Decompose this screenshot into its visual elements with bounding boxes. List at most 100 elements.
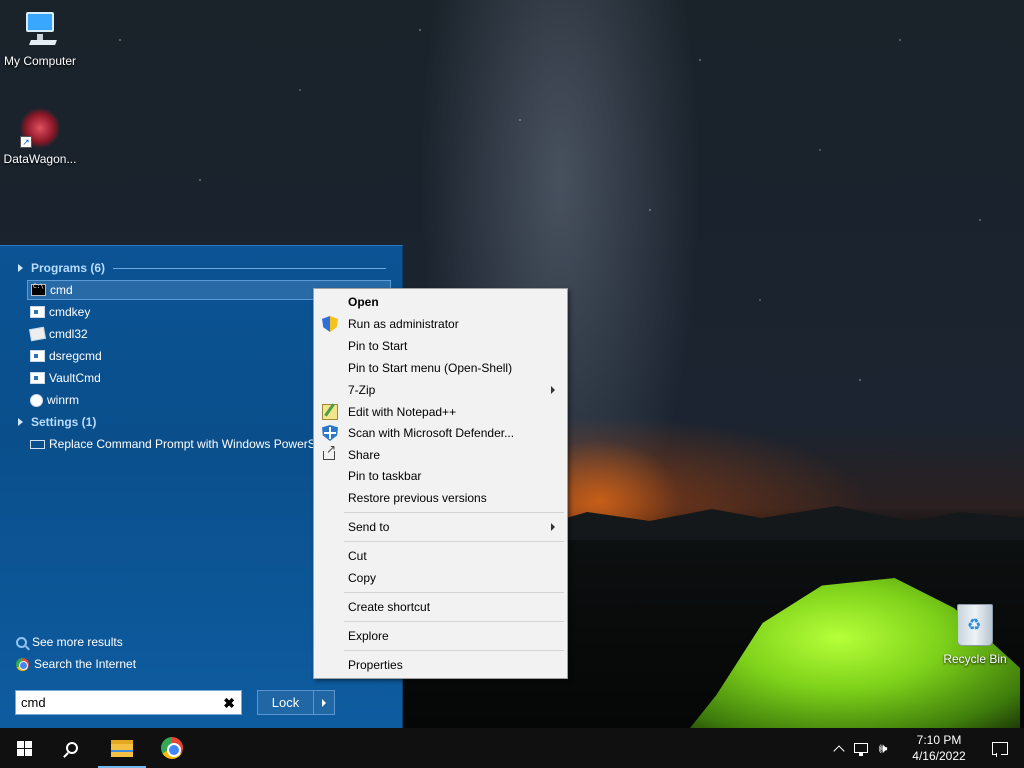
gear-icon	[30, 393, 43, 407]
desktop-icon-recycle-bin[interactable]: Recycle Bin	[935, 604, 1015, 666]
taskbar: 🕪 7:10 PM 4/16/2022	[0, 728, 1024, 768]
volume-icon: 🕪	[878, 739, 888, 756]
computer-icon	[20, 10, 60, 50]
divider	[113, 267, 386, 269]
menu-item-label: Pin to Start	[348, 339, 408, 353]
menu-item-explore[interactable]: Explore	[316, 625, 565, 647]
volume-button[interactable]: 🕪	[875, 728, 891, 768]
lock-options-arrow-icon[interactable]	[314, 691, 334, 714]
menu-item-label: Restore previous versions	[348, 491, 487, 505]
desktop-icon-label: Recycle Bin	[943, 652, 1007, 666]
lock-button-label[interactable]: Lock	[258, 691, 314, 714]
desktop-icon-label: My Computer	[3, 54, 77, 68]
menu-item-edit-notepad-plus-plus[interactable]: Edit with Notepad++	[316, 401, 565, 423]
menu-item-properties[interactable]: Properties	[316, 654, 565, 676]
menu-item-label: Cut	[348, 549, 367, 563]
submenu-arrow-icon	[551, 523, 555, 531]
search-internet-label: Search the Internet	[34, 657, 137, 671]
share-icon	[323, 442, 336, 460]
taskbar-file-explorer[interactable]	[98, 728, 146, 768]
recycle-bin-icon	[955, 604, 995, 648]
clock-date: 4/16/2022	[912, 749, 966, 763]
shortcut-arrow-icon: ↗	[20, 136, 32, 148]
menu-item-cut[interactable]: Cut	[316, 545, 565, 567]
search-internet-link[interactable]: Search the Internet	[16, 657, 136, 671]
menu-separator	[344, 592, 564, 593]
program-label: VaultCmd	[49, 371, 101, 385]
programs-group-header[interactable]: Programs (6)	[18, 261, 386, 275]
see-more-label: See more results	[32, 635, 123, 649]
taskbar-chrome[interactable]	[148, 728, 196, 768]
program-label: dsregcmd	[49, 349, 102, 363]
system-tray: 🕪 7:10 PM 4/16/2022	[828, 728, 1024, 768]
clock-time: 7:10 PM	[916, 733, 962, 747]
see-more-results-link[interactable]: See more results	[16, 635, 123, 649]
console-icon	[31, 283, 46, 296]
expand-triangle-icon	[18, 264, 23, 272]
programs-header-label: Programs (6)	[31, 261, 106, 275]
menu-item-label: Explore	[348, 629, 389, 643]
search-input[interactable]	[21, 695, 211, 710]
chevron-up-icon	[833, 744, 845, 757]
uac-shield-icon	[322, 316, 338, 332]
menu-item-label: 7-Zip	[348, 383, 376, 397]
search-icon	[16, 636, 27, 648]
desktop-icon-my-computer[interactable]: My Computer	[0, 10, 80, 68]
desktop-icon-datawagon[interactable]: ↗ DataWagon...	[0, 108, 80, 166]
menu-item-pin-to-start-open-shell[interactable]: Pin to Start menu (Open-Shell)	[316, 357, 565, 379]
settings-group-header[interactable]: Settings (1)	[18, 415, 138, 429]
program-label: cmd	[50, 283, 73, 297]
search-icon	[66, 742, 78, 754]
folder-icon	[111, 739, 133, 757]
datawagon-icon: ↗	[20, 108, 60, 148]
program-label: winrm	[47, 393, 79, 407]
settings-item-label: Replace Command Prompt with Windows Powe…	[49, 437, 317, 451]
menu-item-label: Open	[348, 295, 379, 309]
menu-item-label: Create shortcut	[348, 600, 431, 614]
start-button[interactable]	[0, 728, 48, 768]
menu-item-restore-previous-versions[interactable]: Restore previous versions	[316, 487, 565, 509]
taskbar-search-button[interactable]	[48, 728, 96, 768]
window-icon	[30, 306, 45, 318]
menu-item-label: Properties	[348, 658, 403, 672]
chrome-icon	[16, 657, 29, 671]
menu-item-share[interactable]: Share	[316, 442, 565, 466]
menu-item-label: Scan with Microsoft Defender...	[348, 426, 515, 440]
menu-separator	[344, 512, 564, 513]
notepad-plus-plus-icon	[322, 404, 338, 420]
menu-item-7zip[interactable]: 7-Zip	[316, 379, 565, 401]
taskbar-clock[interactable]: 7:10 PM 4/16/2022	[900, 732, 978, 764]
menu-item-create-shortcut[interactable]: Create shortcut	[316, 596, 565, 618]
menu-item-label: Share	[348, 448, 381, 462]
menu-item-pin-to-taskbar[interactable]: Pin to taskbar	[316, 465, 565, 487]
window-icon	[30, 350, 45, 362]
program-label: cmdl32	[49, 327, 88, 341]
notification-icon[interactable]	[992, 741, 1008, 757]
defender-icon	[322, 425, 338, 441]
menu-item-open[interactable]: Open	[316, 291, 565, 313]
window-icon	[30, 372, 45, 384]
menu-item-label: Run as administrator	[348, 317, 459, 331]
submenu-arrow-icon	[551, 386, 555, 394]
menu-item-run-as-administrator[interactable]: Run as administrator	[316, 313, 565, 335]
program-label: cmdkey	[49, 305, 91, 319]
settings-header-label: Settings (1)	[31, 415, 97, 429]
cmdl32-icon	[29, 326, 46, 342]
menu-separator	[344, 621, 564, 622]
menu-item-scan-defender[interactable]: Scan with Microsoft Defender...	[316, 422, 565, 444]
show-hidden-icons-button[interactable]	[831, 728, 847, 768]
menu-item-label: Send to	[348, 520, 390, 534]
menu-item-pin-to-start[interactable]: Pin to Start	[316, 335, 565, 357]
clear-search-icon[interactable]: ✖	[223, 695, 235, 712]
lock-button[interactable]: Lock	[257, 690, 335, 715]
menu-item-copy[interactable]: Copy	[316, 567, 565, 589]
menu-item-label: Pin to taskbar	[348, 469, 422, 483]
menu-item-send-to[interactable]: Send to	[316, 516, 565, 538]
network-button[interactable]	[853, 728, 869, 768]
context-menu: Open Run as administrator Pin to Start P…	[313, 288, 568, 679]
start-search-box[interactable]: ✖	[15, 690, 242, 715]
expand-triangle-icon	[18, 418, 23, 426]
settings-item-replace-cmd[interactable]: Replace Command Prompt with Windows Powe…	[27, 434, 317, 454]
monitor-icon	[30, 439, 45, 449]
chrome-icon	[161, 737, 183, 759]
